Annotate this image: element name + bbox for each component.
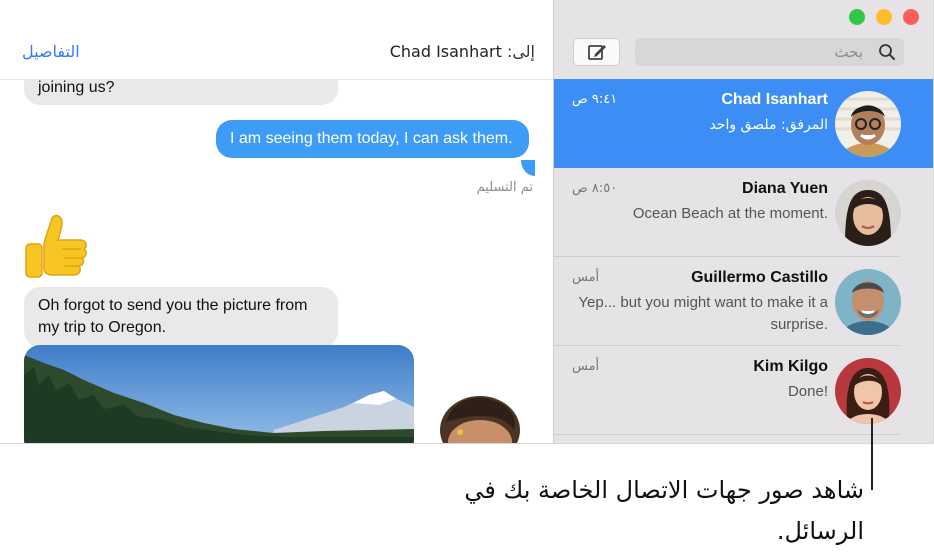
minimize-window-button[interactable]: [876, 9, 892, 25]
delivered-status: تم التسليم: [476, 180, 533, 195]
message-time: ٨:٥٠ ص: [572, 181, 618, 196]
details-button[interactable]: التفاصيل: [22, 42, 80, 61]
message-preview: المرفق: ملصق واحد: [709, 117, 828, 133]
conversation-item[interactable]: Diana Yuen Ocean Beach at the moment. ٨:…: [554, 168, 933, 257]
message-time: ٩:٤١ ص: [572, 92, 618, 107]
conversation-list-sidebar: Chad Isanhart المرفق: ملصق واحد ٩:٤١ ص D…: [553, 0, 933, 443]
compose-icon: [587, 45, 606, 60]
conversation-pane: joining us? I am seeing them today, I ca…: [0, 0, 553, 444]
bubble-tail: [521, 160, 535, 176]
message-preview: Done!: [787, 383, 828, 400]
contact-name: Diana Yuen: [742, 180, 828, 197]
message-text: Oh forgot to send you the picture from m…: [38, 297, 308, 336]
search-input[interactable]: [643, 41, 863, 63]
message-text: joining us?: [38, 79, 115, 96]
messages-window: joining us? I am seeing them today, I ca…: [0, 0, 934, 444]
message-time: أمس: [572, 270, 600, 285]
oregon-photo-attachment[interactable]: [24, 345, 414, 444]
avatar: [835, 269, 901, 335]
avatar: [835, 91, 901, 157]
close-window-button[interactable]: [903, 9, 919, 25]
message-preview: Ocean Beach at the moment.: [632, 205, 828, 222]
conversation-header: التفاصيل إلى: Chad Isanhart: [0, 0, 553, 80]
conversation-item[interactable]: Kim Kilgo Done! أمس: [554, 346, 933, 435]
message-text: I am seeing them today, I can ask them.: [230, 130, 513, 147]
avatar: [835, 358, 901, 424]
recipient-line: إلى: Chad Isanhart: [390, 42, 535, 61]
zoom-window-button[interactable]: [849, 9, 865, 25]
compose-button[interactable]: [573, 38, 620, 66]
conversation-item[interactable]: Guillermo Castillo Yep... but you might …: [554, 257, 933, 346]
message-preview: Yep... but you might want to make it a s…: [578, 294, 828, 333]
message-bubble-incoming: Oh forgot to send you the picture from m…: [24, 287, 338, 347]
search-field[interactable]: [635, 38, 904, 66]
message-bubble-outgoing: I am seeing them today, I can ask them.: [216, 120, 529, 158]
callout-line: [871, 418, 873, 490]
to-label: إلى:: [506, 42, 535, 61]
thumbs-up-sticker-icon: [25, 214, 87, 278]
memoji-sticker-icon: [440, 396, 520, 443]
row-divider: [554, 434, 900, 435]
conversation-item[interactable]: Chad Isanhart المرفق: ملصق واحد ٩:٤١ ص: [554, 79, 933, 168]
avatar: [835, 180, 901, 246]
recipient-name[interactable]: Chad Isanhart: [390, 42, 502, 61]
message-time: أمس: [572, 359, 600, 374]
contact-name: Kim Kilgo: [753, 358, 828, 375]
search-icon: [879, 44, 895, 60]
callout-caption: شاهد صور جهات الاتصال الخاصة بك في الرسا…: [464, 476, 864, 545]
contact-name: Guillermo Castillo: [691, 269, 828, 286]
contact-name: Chad Isanhart: [721, 91, 828, 108]
